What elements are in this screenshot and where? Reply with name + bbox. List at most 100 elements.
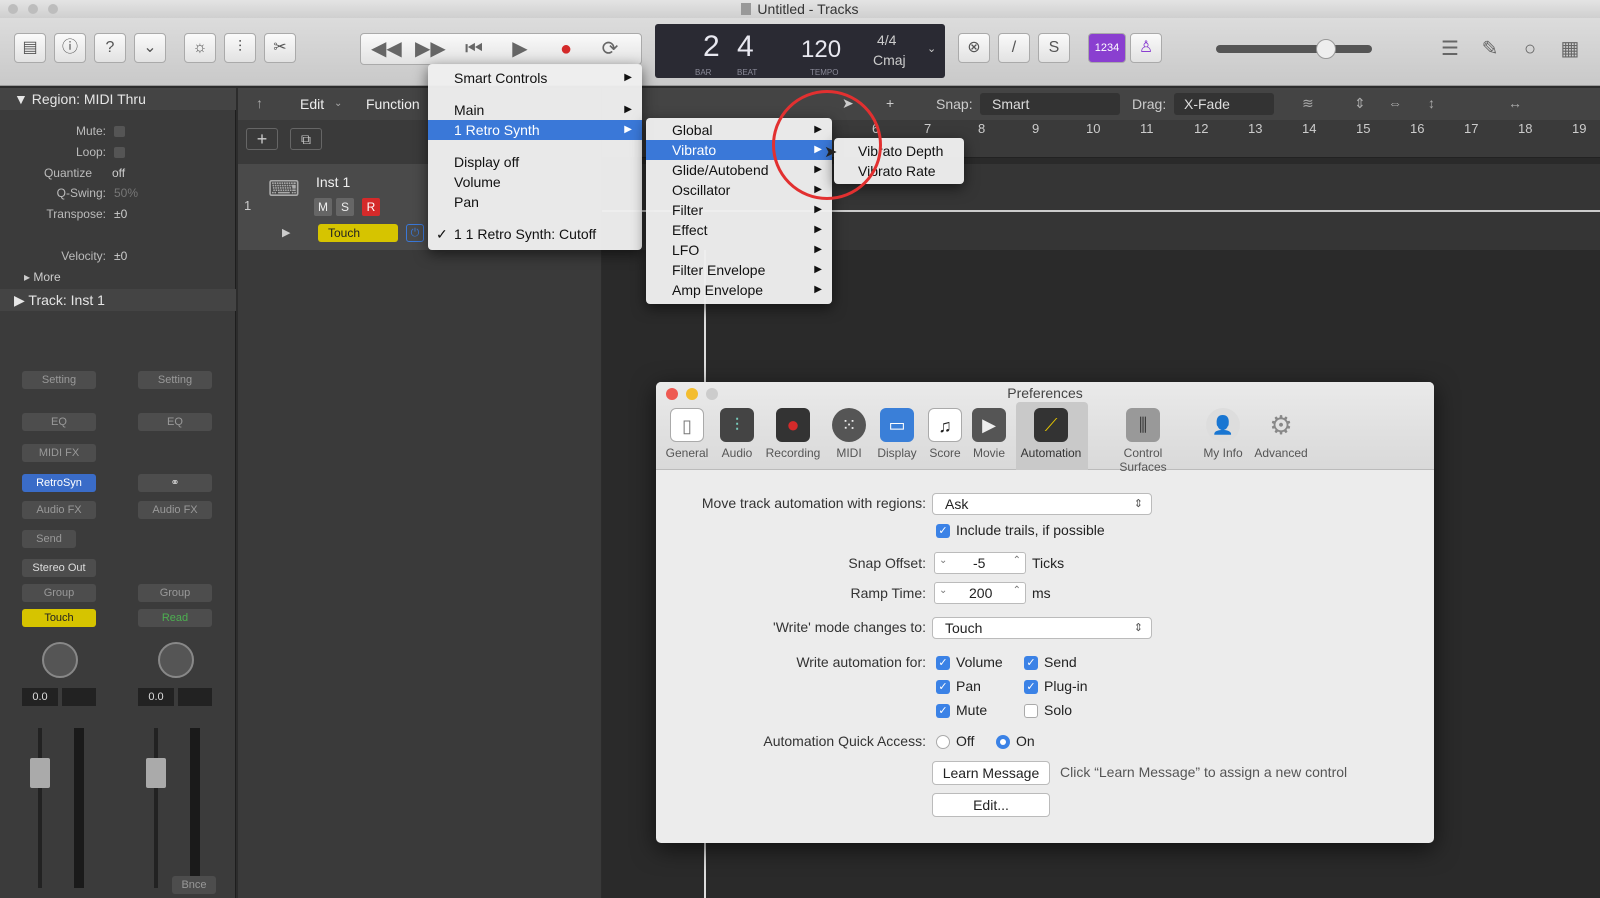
add-track-button[interactable]: +: [246, 128, 278, 150]
toolbar-toggle-icon[interactable]: ⌄: [134, 33, 166, 63]
snap-popup[interactable]: Smart: [980, 93, 1120, 115]
advanced-gear-icon[interactable]: ⚙: [1264, 408, 1298, 442]
automation-mode-button[interactable]: Read: [138, 609, 212, 627]
menu-item-amp-envelope[interactable]: Amp Envelope ▶: [646, 280, 832, 300]
mute-checkbox[interactable]: ✓: [936, 704, 950, 718]
edit-menu[interactable]: Edit: [300, 96, 324, 112]
transpose-value[interactable]: ±0: [114, 207, 127, 221]
automation-mode-button[interactable]: Touch: [22, 609, 96, 627]
increment-icon[interactable]: ⌃: [1013, 585, 1021, 596]
crosshair-tool-icon[interactable]: +: [886, 95, 894, 111]
mute-checkbox[interactable]: [114, 126, 125, 137]
disclosure-icon[interactable]: ▶: [282, 226, 290, 239]
pan-checkbox[interactable]: ✓: [936, 680, 950, 694]
menu-item-filter-envelope[interactable]: Filter Envelope ▶: [646, 260, 832, 280]
solo-checkbox[interactable]: [1024, 704, 1038, 718]
snap-offset-stepper[interactable]: ⌄ -5 ⌃: [934, 552, 1026, 574]
power-icon[interactable]: ⏻: [406, 224, 424, 242]
quantize-value[interactable]: off: [112, 166, 125, 180]
solo-button[interactable]: S: [336, 198, 354, 216]
write-mode-popup[interactable]: Touch ⇕: [932, 617, 1152, 639]
setting-button[interactable]: Setting: [22, 371, 96, 389]
smart-controls-icon[interactable]: ☼: [184, 33, 216, 63]
track-name[interactable]: Inst 1: [316, 174, 350, 190]
quick-help-icon[interactable]: ?: [94, 33, 126, 63]
loop-checkbox[interactable]: [114, 147, 125, 158]
menu-item-filter[interactable]: Filter ▶: [646, 200, 832, 220]
movie-icon[interactable]: ▶: [972, 408, 1006, 442]
display-icon[interactable]: ▭: [880, 408, 914, 442]
region-header[interactable]: ▼ Region: MIDI Thru: [0, 88, 236, 110]
menu-item-pan[interactable]: Pan: [428, 192, 642, 212]
volume-fader[interactable]: [146, 758, 166, 788]
record-icon[interactable]: ●: [551, 34, 581, 64]
audio-fx-slot[interactable]: Audio FX: [138, 501, 212, 519]
group-slot[interactable]: Group: [22, 584, 96, 602]
setting-button[interactable]: Setting: [138, 371, 212, 389]
instrument-slot[interactable]: RetroSyn: [22, 474, 96, 492]
horizontal-zoom-slider-icon[interactable]: ↔: [1508, 95, 1522, 111]
recording-icon[interactable]: ●: [776, 408, 810, 442]
group-slot[interactable]: Group: [138, 584, 212, 602]
inspector-icon[interactable]: ⓘ: [54, 33, 86, 63]
vertical-zoom-icon[interactable]: ⇕: [1354, 95, 1366, 112]
my-info-icon[interactable]: 👤: [1206, 408, 1240, 442]
general-icon[interactable]: ▯: [670, 408, 704, 442]
menu-item-retro-synth-cutoff[interactable]: ✓ 1 1 Retro Synth: Cutoff: [428, 224, 642, 244]
more-disclosure[interactable]: ▸ More: [24, 270, 61, 284]
plug-in-checkbox[interactable]: ✓: [1024, 680, 1038, 694]
menu-item-display-off[interactable]: Display off: [428, 152, 642, 172]
menu-item-main[interactable]: Main ▶: [428, 100, 642, 120]
waveform-zoom-icon[interactable]: ≋: [1302, 95, 1314, 112]
learn-message-button[interactable]: Learn Message: [932, 761, 1050, 785]
link-icon[interactable]: ⚭: [138, 474, 212, 492]
automation-mode-popup[interactable]: Touch: [318, 224, 398, 242]
bounce-button[interactable]: Bnce: [172, 876, 216, 894]
audio-fx-slot[interactable]: Audio FX: [22, 501, 96, 519]
drag-popup[interactable]: X-Fade: [1174, 93, 1274, 115]
tab-control-surfaces[interactable]: Control Surfaces: [1100, 446, 1186, 474]
tab-movie[interactable]: Movie: [954, 446, 1024, 460]
output-slot[interactable]: Stereo Out: [22, 559, 96, 577]
lcd-dropdown-icon[interactable]: ⌄: [927, 42, 936, 55]
score-icon[interactable]: ♫: [928, 408, 962, 442]
audio-icon[interactable]: ⫶: [720, 408, 754, 442]
quick-access-off-radio[interactable]: [936, 735, 950, 749]
qswing-value[interactable]: 50%: [114, 186, 138, 200]
eq-button[interactable]: EQ: [22, 413, 96, 431]
master-volume-slider[interactable]: [1216, 39, 1372, 59]
menu-item-smart-controls[interactable]: Smart Controls ▶: [428, 68, 642, 88]
control-surfaces-icon[interactable]: ⫼: [1126, 408, 1160, 442]
menu-item-retro-synth[interactable]: 1 Retro Synth ▶: [428, 120, 642, 140]
solo-icon[interactable]: S: [1038, 33, 1070, 63]
decrement-icon[interactable]: ⌄: [939, 555, 947, 566]
midi-fx-slot[interactable]: MIDI FX: [22, 444, 96, 462]
pan-knob[interactable]: [158, 642, 194, 678]
go-to-beginning-icon[interactable]: ⏮: [459, 34, 489, 64]
close-window-button[interactable]: [8, 4, 18, 14]
volume-fader[interactable]: [30, 758, 50, 788]
lcd-display[interactable]: 2 4 BAR BEAT 120 TEMPO 4/4 Cmaj ⌄: [655, 24, 945, 78]
velocity-value[interactable]: ±0: [114, 249, 127, 263]
tuner-icon[interactable]: /: [998, 33, 1030, 63]
menu-item-effect[interactable]: Effect ▶: [646, 220, 832, 240]
move-automation-popup[interactable]: Ask ⇕: [932, 493, 1152, 515]
replace-icon[interactable]: ⊗: [958, 33, 990, 63]
eq-button[interactable]: EQ: [138, 413, 212, 431]
count-in-button[interactable]: 1234: [1088, 33, 1126, 63]
loop-browser-icon[interactable]: ○: [1515, 34, 1545, 64]
metronome-icon[interactable]: ♙: [1130, 33, 1162, 63]
vertical-zoom-slider-icon[interactable]: ↕: [1428, 95, 1435, 111]
quick-access-on-radio[interactable]: [996, 735, 1010, 749]
browsers-icon[interactable]: ▦: [1555, 34, 1585, 64]
forward-icon[interactable]: ▶▶: [415, 34, 446, 64]
increment-icon[interactable]: ⌃: [1013, 555, 1021, 566]
pan-knob[interactable]: [42, 642, 78, 678]
volume-checkbox[interactable]: ✓: [936, 656, 950, 670]
send-checkbox[interactable]: ✓: [1024, 656, 1038, 670]
midi-icon[interactable]: ⁙: [832, 408, 866, 442]
decrement-icon[interactable]: ⌄: [939, 585, 947, 596]
include-trails-checkbox[interactable]: ✓: [936, 524, 950, 538]
duplicate-track-icon[interactable]: ⧉: [290, 128, 322, 150]
record-enable-button[interactable]: R: [362, 198, 380, 216]
